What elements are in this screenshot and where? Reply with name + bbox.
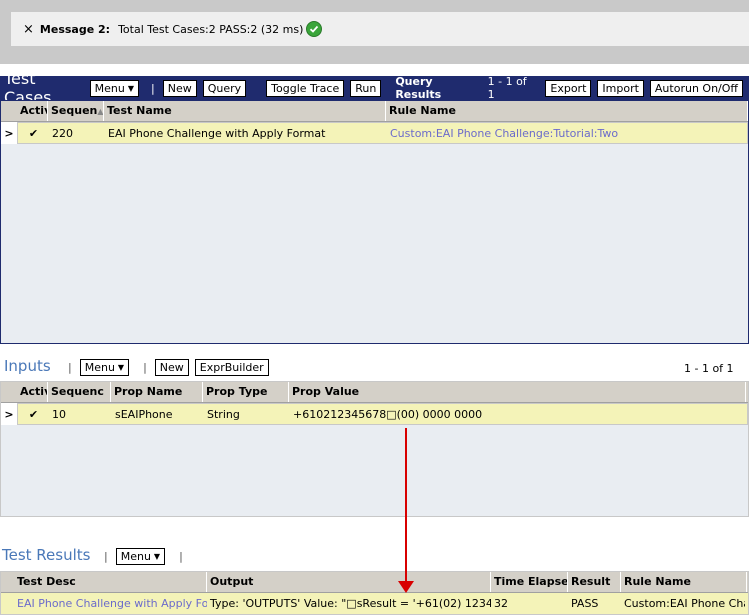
col-test-name[interactable]: Test Name [104,101,386,121]
row-body: ✔ 220 EAI Phone Challenge with Apply For… [17,122,748,144]
inputs-toolbar: | Menu ▼ | New ExprBuilder [60,359,275,376]
active-check: ✔ [28,126,39,140]
inputs-title: Inputs [4,357,51,375]
import-button[interactable]: Import [597,79,644,97]
col-prop-name[interactable]: Prop Name [111,382,203,402]
col-active[interactable]: Activ [17,382,48,402]
active-check: ✔ [28,407,39,421]
run-button[interactable]: Run [350,79,382,97]
col-result[interactable]: Result [568,572,621,592]
test-cases-toolbar: Test Cases Menu ▼ | New Query Toggle Trac… [0,69,749,107]
query-button[interactable]: Query [202,79,247,97]
inputs-menu-button[interactable]: Menu ▼ [79,359,130,376]
col-prop-type[interactable]: Prop Type [203,382,289,402]
col-prop-value[interactable]: Prop Value [289,382,746,402]
prop-type-value: String [207,407,240,421]
table-row[interactable]: EAI Phone Challenge with Apply Format Ty… [1,593,748,615]
row-body: ✔ 10 sEAIPhone String +610212345678□(00)… [17,403,748,425]
sequence-value: 10 [52,407,66,421]
inputs-new-button[interactable]: New [154,359,189,376]
test-cases-grid: Activ Sequen▲ Test Name Rule Name > ✔ 22… [0,100,749,344]
separator: | [143,361,147,374]
autorun-button[interactable]: Autorun On/Off [649,79,743,97]
grid-header: Activ Sequenc Prop Name Prop Type Prop V… [1,382,748,403]
table-row[interactable]: > ✔ 10 sEAIPhone String +610212345678□(0… [1,403,748,425]
message-box: × Message 2: Total Test Cases:2 PASS:2 (… [11,12,749,46]
separator: | [104,550,108,563]
toggle-trace-button[interactable]: Toggle Trace [266,79,345,97]
exprbuilder-button[interactable]: ExprBuilder [194,359,269,376]
menu-label: Menu [94,81,125,95]
inputs-grid: Activ Sequenc Prop Name Prop Type Prop V… [0,381,749,517]
inputs-count: 1 - 1 of 1 [684,362,734,375]
test-name-value: EAI Phone Challenge with Apply Format [108,126,326,140]
col-output[interactable]: Output [207,572,491,592]
rule-name-value: Custom:EAI Phone Challen [624,597,745,610]
test-results-menu-button[interactable]: Menu ▼ [115,548,166,565]
row-selector-icon[interactable]: > [1,122,17,144]
record-count: 1 - 1 of 1 [487,75,527,101]
test-desc-link[interactable]: EAI Phone Challenge with Apply Format [14,597,207,610]
new-button[interactable]: New [162,79,197,97]
col-active[interactable]: Activ [17,101,48,121]
grid-header: Test Desc Output Time Elapsed Result Rul… [1,572,748,593]
annotation-arrow-head-icon [398,581,414,593]
output-value: Type: 'OUTPUTS' Value: "□sResult = '+61(… [210,597,491,610]
col-rule-name[interactable]: Rule Name [386,101,748,121]
message-label: Message 2: [39,22,111,36]
close-icon[interactable]: × [23,22,34,37]
col-sequence[interactable]: Sequenc [48,382,111,402]
row-selector-icon[interactable]: > [1,403,17,425]
test-cases-menu-button[interactable]: Menu ▼ [89,79,140,97]
export-button[interactable]: Export [545,79,592,97]
prop-name-value: sEAIPhone [115,407,173,421]
table-row[interactable]: > ✔ 220 EAI Phone Challenge with Apply F… [1,122,748,144]
message-text: Total Test Cases:2 PASS:2 (32 ms) [118,22,304,36]
prop-value-value[interactable]: +610212345678□(00) 0000 0000 [290,408,745,421]
sort-arrow-icon: ▲ [97,107,104,116]
rule-name-link[interactable]: Custom:EAI Phone Challenge:Tutorial:Two [387,127,747,140]
test-results-title: Test Results [2,546,91,564]
col-sequence[interactable]: Sequen▲ [48,101,104,121]
test-results-grid: Test Desc Output Time Elapsed Result Rul… [0,571,749,615]
grid-header: Activ Sequen▲ Test Name Rule Name [1,101,748,122]
check-circle-icon [306,21,323,37]
menu-label: Menu [120,550,151,563]
col-rule-name[interactable]: Rule Name [621,572,747,592]
menu-label: Menu [84,361,115,374]
message-bar: × Message 2: Total Test Cases:2 PASS:2 (… [0,0,749,64]
sequence-value: 220 [52,126,73,140]
dropdown-arrow-icon: ▼ [153,552,161,561]
query-results-label: Query Results [395,75,442,101]
time-elapsed-value: 32 [494,597,508,610]
separator: | [68,361,72,374]
separator: | [151,81,155,95]
result-value: PASS [571,597,599,610]
separator: | [179,550,183,563]
dropdown-arrow-icon: ▼ [127,83,135,93]
dropdown-arrow-icon: ▼ [117,363,125,372]
col-sequence-label: Sequen [51,104,98,117]
annotation-arrow-line [405,428,407,585]
col-test-desc[interactable]: Test Desc [14,572,207,592]
test-results-toolbar: | Menu ▼ | [96,548,191,565]
col-time-elapsed[interactable]: Time Elapsed [491,572,568,592]
